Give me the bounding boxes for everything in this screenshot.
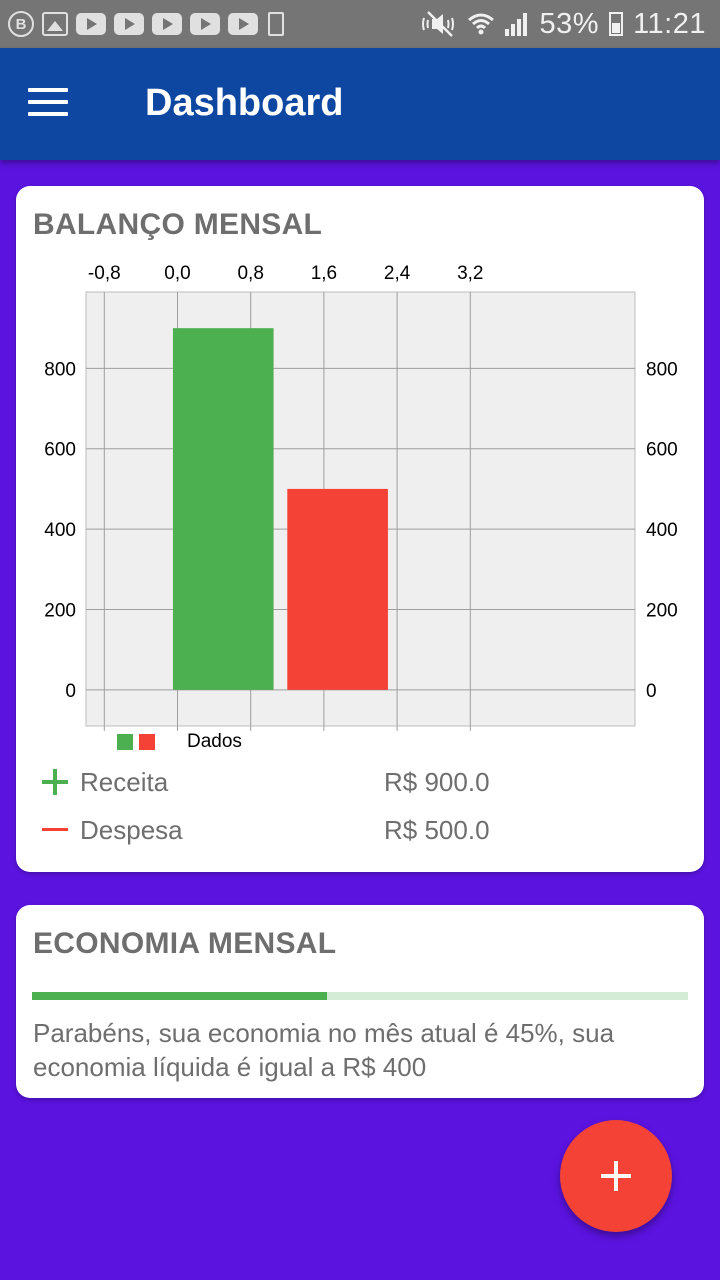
status-bar: B 53% 11:21: [0, 0, 720, 48]
y-tick-label-left: 200: [44, 600, 76, 621]
legend-label: Dados: [187, 731, 242, 752]
youtube-icon: [76, 13, 106, 35]
plus-icon: [40, 767, 70, 797]
economy-message: Parabéns, sua economia no mês atual é 45…: [33, 1018, 615, 1082]
signal-icon: [504, 11, 530, 37]
x-tick-label: 2,4: [384, 263, 411, 284]
youtube-icon: [114, 13, 144, 35]
y-tick-label-left: 0: [65, 681, 76, 702]
economy-progress-fill: [32, 992, 328, 1000]
despesa-row: Despesa: [40, 813, 183, 847]
y-tick-label-left: 800: [44, 359, 76, 380]
y-tick-label-left: 400: [44, 520, 76, 541]
y-tick-label-right: 400: [646, 520, 678, 541]
notification-icons: B: [8, 10, 284, 38]
y-tick-label-left: 600: [44, 440, 76, 461]
app-bar: Dashboard: [0, 48, 720, 160]
economy-card-title: ECONOMIA MENSAL: [33, 927, 337, 960]
youtube-icon: [190, 13, 220, 35]
x-tick-label: 0,8: [237, 263, 263, 284]
youtube-icon: [152, 13, 182, 35]
battery-saver-icon: [268, 12, 284, 36]
minus-icon: [40, 815, 70, 845]
y-tick-label-right: 200: [646, 600, 678, 621]
despesa-label: Despesa: [80, 814, 183, 845]
legend-swatch-green: [117, 734, 133, 750]
battery-icon: [609, 12, 624, 36]
chart-legend: Dados: [117, 731, 242, 752]
add-button[interactable]: [560, 1120, 672, 1232]
balance-chart: -0,8 0,0 0,8 1,6 2,4 3,2 0 0 200 200 400 400 600 600 8…: [44, 263, 678, 731]
b-icon: B: [8, 11, 34, 37]
x-tick-label: -0,8: [88, 263, 121, 284]
y-tick-label-right: 0: [646, 681, 657, 702]
x-tick-label: 0,0: [164, 263, 190, 284]
receita-label: Receita: [80, 766, 169, 797]
receita-value: R$ 900.0: [384, 767, 490, 797]
mute-icon: [421, 10, 458, 38]
y-tick-label-right: 800: [646, 359, 678, 380]
youtube-icon: [228, 13, 258, 35]
menu-icon[interactable]: [28, 88, 68, 120]
economy-progress-bar: [32, 992, 688, 1000]
receita-row: Receita: [40, 765, 168, 799]
gallery-icon: [42, 12, 68, 36]
balance-card: BALANÇO MENSAL -0,8 0,0 0,8 1,6 2,4 3,2 0 0 200 2…: [16, 186, 704, 872]
economy-card: ECONOMIA MENSAL Parabéns, sua economia n…: [16, 905, 704, 1098]
legend-swatch-red: [139, 734, 155, 750]
y-tick-label-right: 600: [646, 440, 678, 461]
wifi-icon: [467, 11, 494, 37]
bar-despesa: [287, 488, 388, 690]
battery-percent: 53%: [539, 7, 600, 40]
x-tick-label: 1,6: [311, 263, 337, 284]
bar-receita: [172, 328, 274, 690]
despesa-value: R$ 500.0: [384, 815, 490, 845]
clock: 11:21: [633, 7, 706, 40]
x-tick-label: 3,2: [457, 263, 483, 284]
page-title: Dashboard: [145, 82, 344, 124]
